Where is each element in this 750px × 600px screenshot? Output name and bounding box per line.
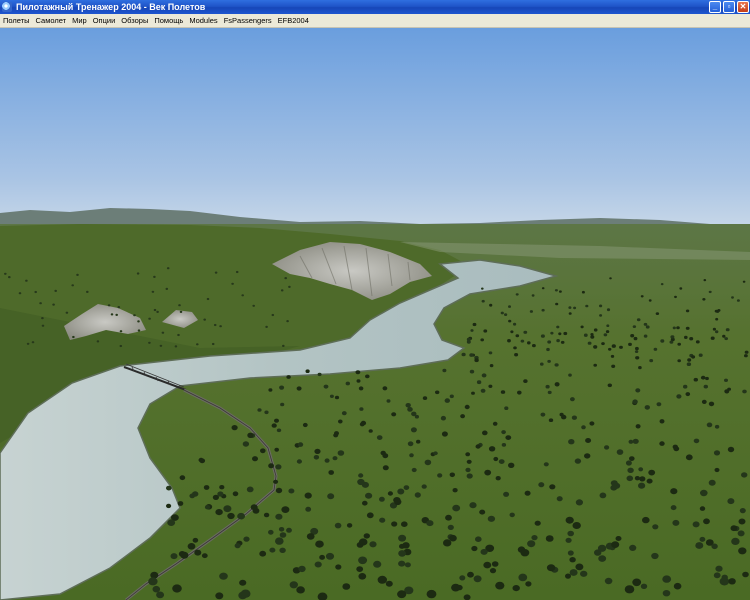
window-controls: _ ▫ ✕: [709, 1, 749, 13]
menu-help[interactable]: Помощь: [151, 14, 186, 27]
title-bar[interactable]: Пилотажный Тренажер 2004 - Век Полетов _…: [0, 0, 750, 14]
menu-aircraft[interactable]: Самолет: [33, 14, 70, 27]
sky: [0, 28, 750, 228]
app-window: Пилотажный Тренажер 2004 - Век Полетов _…: [0, 0, 750, 600]
menu-options[interactable]: Опции: [90, 14, 119, 27]
menu-views[interactable]: Обзоры: [118, 14, 151, 27]
scenery-view[interactable]: [0, 28, 750, 600]
menu-bar: Полеты Самолет Мир Опции Обзоры Помощь M…: [0, 14, 750, 28]
menu-efb2004[interactable]: EFB2004: [275, 14, 312, 27]
airplane-icon[interactable]: [2, 2, 12, 12]
maximize-button[interactable]: ▫: [723, 1, 735, 13]
menu-fspassengers[interactable]: FsPassengers: [221, 14, 275, 27]
window-title: Пилотажный Тренажер 2004 - Век Полетов: [16, 2, 206, 12]
close-button[interactable]: ✕: [737, 1, 749, 13]
menu-world[interactable]: Мир: [69, 14, 90, 27]
minimize-button[interactable]: _: [709, 1, 721, 13]
menu-modules[interactable]: Modules: [186, 14, 220, 27]
simulator-viewport[interactable]: [0, 28, 750, 600]
menu-flights[interactable]: Полеты: [0, 14, 33, 27]
